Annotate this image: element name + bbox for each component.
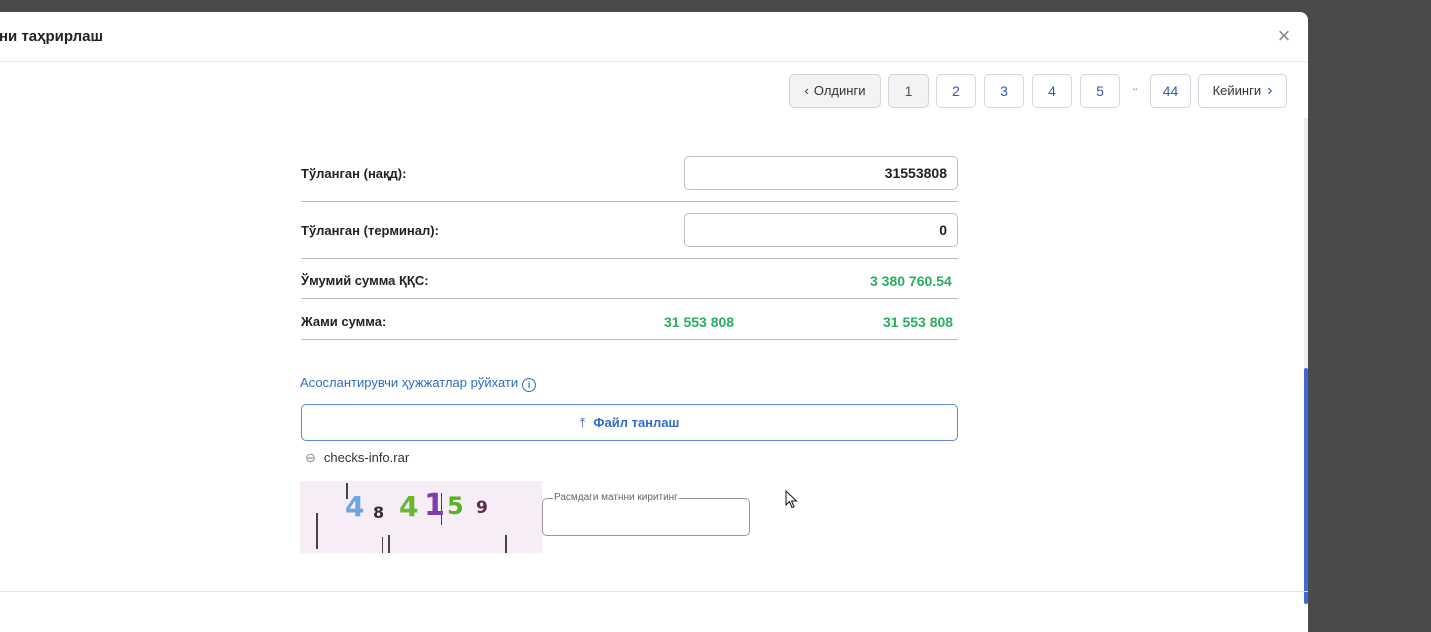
info-icon[interactable]: i — [522, 378, 537, 392]
page-button-3[interactable]: 3 — [984, 74, 1024, 108]
captcha-char: 5 — [447, 492, 464, 520]
vat-total-label: Ўмумий сумма ҚҚС: — [301, 273, 429, 288]
choose-file-label: Файл танлаш — [593, 415, 680, 430]
grand-total-label: Жами сумма: — [301, 314, 387, 329]
vat-total-value: 3 380 760.54 — [870, 273, 952, 289]
modal-footer-divider — [0, 591, 1308, 592]
captcha-input[interactable] — [542, 498, 750, 536]
captcha-noise-line — [316, 513, 318, 549]
modal-header: ни таҳрирлаш × — [0, 12, 1308, 62]
paid-terminal-label: Тўланган (терминал): — [301, 223, 439, 238]
modal-title: ни таҳрирлаш — [0, 28, 104, 45]
captcha-noise-line — [388, 535, 390, 553]
captcha-image: 4 8 4 1 5 9 — [300, 481, 542, 553]
page-button-4[interactable]: 4 — [1032, 74, 1072, 108]
paid-cash-input[interactable] — [684, 156, 958, 190]
grand-total-value-primary: 31 553 808 — [664, 314, 735, 330]
paid-cash-label: Тўланган (нақд): — [301, 166, 407, 181]
prev-page-label: Олдинги — [813, 83, 866, 98]
captcha-noise-line — [382, 537, 383, 553]
grand-total-value-secondary: 31 553 808 — [883, 314, 954, 330]
page-button-last[interactable]: 44 — [1150, 74, 1191, 108]
chevron-right-icon: › — [1267, 82, 1273, 99]
close-icon[interactable]: × — [1272, 24, 1296, 48]
row-divider — [301, 339, 958, 340]
row-divider — [301, 258, 958, 259]
page-button-1[interactable]: 1 — [888, 74, 929, 108]
scrollbar-thumb[interactable] — [1304, 368, 1308, 604]
choose-file-button[interactable]: ⤒ Файл танлаш — [301, 404, 958, 441]
mouse-cursor-icon — [785, 490, 798, 509]
row-divider — [301, 201, 958, 202]
scrollbar-track[interactable] — [1304, 118, 1308, 368]
upload-icon: ⤒ — [579, 415, 586, 430]
supporting-documents-link[interactable]: Асослантирувчи ҳужжатлар рўйхати i — [300, 375, 537, 392]
pagination-ellipsis: ·· — [1131, 80, 1138, 96]
captcha-char: 4 — [399, 490, 419, 523]
next-page-button[interactable]: Кейинги › — [1198, 74, 1287, 108]
captcha-char: 9 — [476, 498, 488, 518]
row-divider — [301, 298, 958, 299]
chevron-left-icon: ‹ — [804, 83, 809, 98]
supporting-documents-label: Асослантирувчи ҳужжатлар рўйхати — [300, 375, 519, 390]
attachment-item[interactable]: ⊘ checks-info.rar — [302, 448, 410, 466]
captcha-char: 8 — [373, 503, 385, 522]
captcha-input-label: Расмдаги матнни киритинг — [553, 492, 679, 503]
next-page-label: Кейинги — [1212, 83, 1262, 98]
captcha-noise-line — [505, 535, 507, 553]
captcha-char: 4 — [345, 490, 365, 523]
attachment-name: checks-info.rar — [323, 450, 410, 465]
captcha-char: 1 — [424, 488, 445, 523]
page-button-2[interactable]: 2 — [936, 74, 976, 108]
prev-page-button[interactable]: ‹ Олдинги — [789, 74, 881, 108]
paid-terminal-input[interactable] — [684, 213, 958, 247]
page-button-5[interactable]: 5 — [1080, 74, 1120, 108]
